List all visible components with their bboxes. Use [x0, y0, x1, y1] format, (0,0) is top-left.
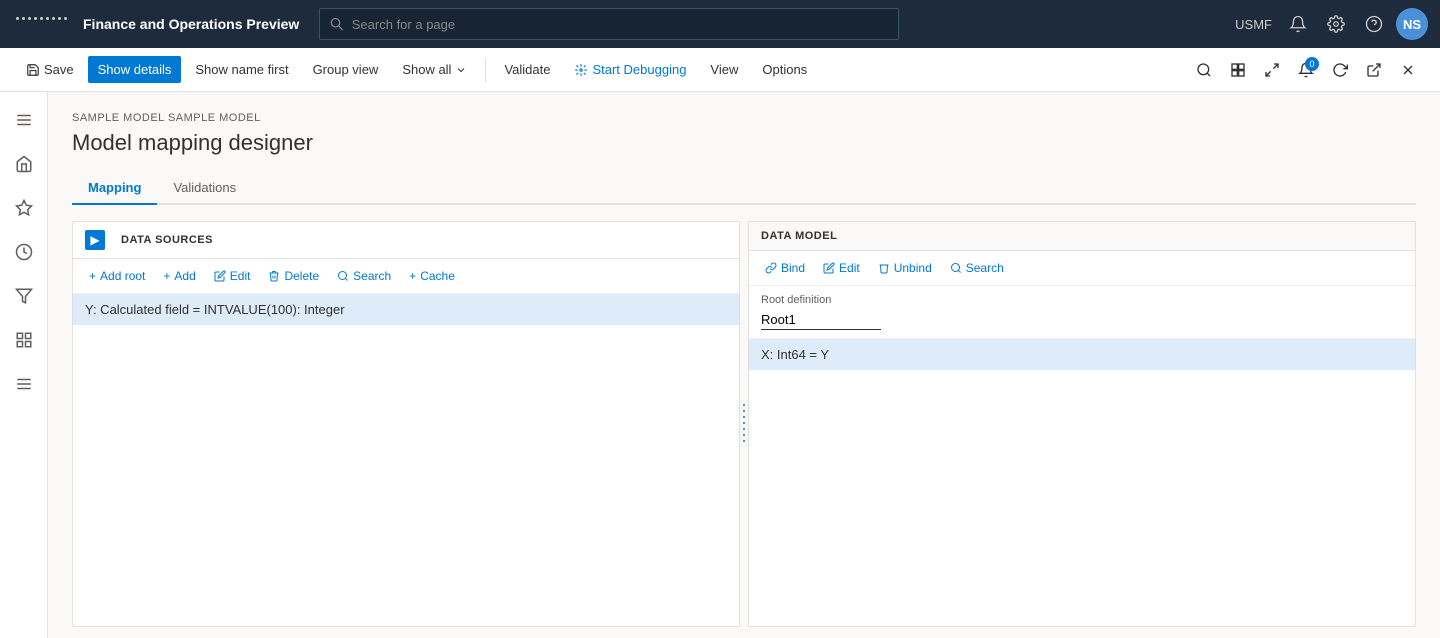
add-button[interactable]: + Add — [155, 265, 203, 287]
options-button[interactable]: Options — [752, 56, 817, 83]
panel-divider[interactable] — [740, 221, 748, 627]
data-model-row[interactable]: X: Int64 = Y — [749, 339, 1415, 370]
root-definition-input[interactable] — [761, 310, 881, 330]
unbind-icon — [878, 262, 890, 274]
search-bar[interactable] — [319, 8, 899, 40]
sidebar-item-home[interactable] — [4, 144, 44, 184]
start-debugging-button[interactable]: Start Debugging — [564, 56, 696, 83]
sidebar-item-modules[interactable] — [4, 364, 44, 404]
validate-label: Validate — [504, 62, 550, 77]
save-button[interactable]: Save — [16, 56, 84, 83]
close-button[interactable] — [1392, 54, 1424, 86]
app-title: Finance and Operations Preview — [83, 16, 299, 32]
data-sources-panel: ▶ DATA SOURCES + Add root + Add — [72, 221, 740, 627]
edit-button-right[interactable]: Edit — [815, 257, 868, 279]
tab-mapping[interactable]: Mapping — [72, 172, 157, 205]
sidebar-item-hamburger[interactable] — [4, 100, 44, 140]
plus2-icon: + — [163, 269, 170, 283]
tabs: Mapping Validations — [72, 172, 1416, 205]
show-name-first-button[interactable]: Show name first — [185, 56, 298, 83]
tab-validations[interactable]: Validations — [157, 172, 252, 205]
root-definition-section: Root definition — [749, 286, 1415, 339]
top-right-actions: USMF NS — [1235, 8, 1428, 40]
plus-icon: + — [89, 269, 96, 283]
add-root-button[interactable]: + Add root — [81, 265, 153, 287]
page-title: Model mapping designer — [72, 130, 1416, 156]
data-model-header: DATA MODEL — [749, 222, 1415, 251]
sidebar-item-favorites[interactable] — [4, 188, 44, 228]
user-env: USMF — [1235, 17, 1272, 32]
breadcrumb: SAMPLE MODEL SAMPLE MODEL — [72, 112, 1416, 124]
unbind-button[interactable]: Unbind — [870, 257, 940, 279]
data-sources-toolbar: + Add root + Add Edit — [73, 259, 739, 294]
toolbar-separator-1 — [485, 58, 486, 82]
cache-button[interactable]: + Cache — [401, 265, 463, 287]
toolbar-search-button[interactable] — [1188, 54, 1220, 86]
top-nav: Finance and Operations Preview USMF — [0, 0, 1440, 48]
data-sources-header: DATA SOURCES — [121, 234, 213, 246]
search-icon — [330, 17, 343, 31]
options-label: Options — [762, 62, 807, 77]
user-avatar[interactable]: NS — [1396, 8, 1428, 40]
main-layout: SAMPLE MODEL SAMPLE MODEL Model mapping … — [0, 92, 1440, 638]
refresh-button[interactable] — [1324, 54, 1356, 86]
sidebar-item-filter[interactable] — [4, 276, 44, 316]
chevron-down-icon — [455, 64, 467, 76]
content-area: SAMPLE MODEL SAMPLE MODEL Model mapping … — [48, 92, 1440, 638]
view-button[interactable]: View — [700, 56, 748, 83]
search-icon-left — [337, 270, 349, 282]
panels: ▶ DATA SOURCES + Add root + Add — [72, 221, 1416, 627]
expand-button[interactable] — [1256, 54, 1288, 86]
help-button[interactable] — [1358, 8, 1390, 40]
search-input[interactable] — [352, 17, 889, 32]
bind-button[interactable]: Bind — [757, 257, 813, 279]
action-toolbar: Save Show details Show name first Group … — [0, 48, 1440, 92]
edit-icon — [214, 270, 226, 282]
show-details-label: Show details — [98, 62, 172, 77]
data-sources-list: Y: Calculated field = INTVALUE(100): Int… — [73, 294, 739, 626]
root-definition-label: Root definition — [761, 294, 1403, 306]
notifications-button[interactable] — [1282, 8, 1314, 40]
sidebar-item-recent[interactable] — [4, 232, 44, 272]
data-row[interactable]: Y: Calculated field = INTVALUE(100): Int… — [73, 294, 739, 325]
data-model-toolbar: Bind Edit Unbind — [749, 251, 1415, 286]
group-view-label: Group view — [313, 62, 379, 77]
debug-icon — [574, 63, 588, 77]
view-label: View — [710, 62, 738, 77]
plus3-icon: + — [409, 269, 416, 283]
search-icon-right — [950, 262, 962, 274]
toolbar-right-icons: 0 — [1188, 54, 1424, 86]
delete-button[interactable]: Delete — [260, 265, 327, 287]
data-model-list: X: Int64 = Y — [749, 339, 1415, 626]
sidebar — [0, 92, 48, 638]
bind-icon — [765, 262, 777, 274]
notifications-icon-toolbar[interactable]: 0 — [1290, 54, 1322, 86]
save-label: Save — [44, 62, 74, 77]
show-all-button[interactable]: Show all — [392, 56, 477, 83]
start-debugging-label: Start Debugging — [592, 62, 686, 77]
notification-badge: 0 — [1305, 57, 1319, 71]
search-button-right[interactable]: Search — [942, 257, 1012, 279]
save-icon — [26, 63, 40, 77]
expand-tree-icon[interactable]: ▶ — [85, 230, 105, 250]
app-grid-menu[interactable] — [12, 13, 71, 36]
edit-button-left[interactable]: Edit — [206, 265, 259, 287]
settings-button[interactable] — [1320, 8, 1352, 40]
edit-icon-right — [823, 262, 835, 274]
data-model-panel: DATA MODEL Bind Edit — [748, 221, 1416, 627]
delete-icon — [268, 270, 280, 282]
show-details-button[interactable]: Show details — [88, 56, 182, 83]
show-name-first-label: Show name first — [195, 62, 288, 77]
show-all-label: Show all — [402, 62, 451, 77]
open-in-new-button[interactable] — [1358, 54, 1390, 86]
sidebar-item-workspaces[interactable] — [4, 320, 44, 360]
personalize-button[interactable] — [1222, 54, 1254, 86]
search-button-left[interactable]: Search — [329, 265, 399, 287]
validate-button[interactable]: Validate — [494, 56, 560, 83]
group-view-button[interactable]: Group view — [303, 56, 389, 83]
